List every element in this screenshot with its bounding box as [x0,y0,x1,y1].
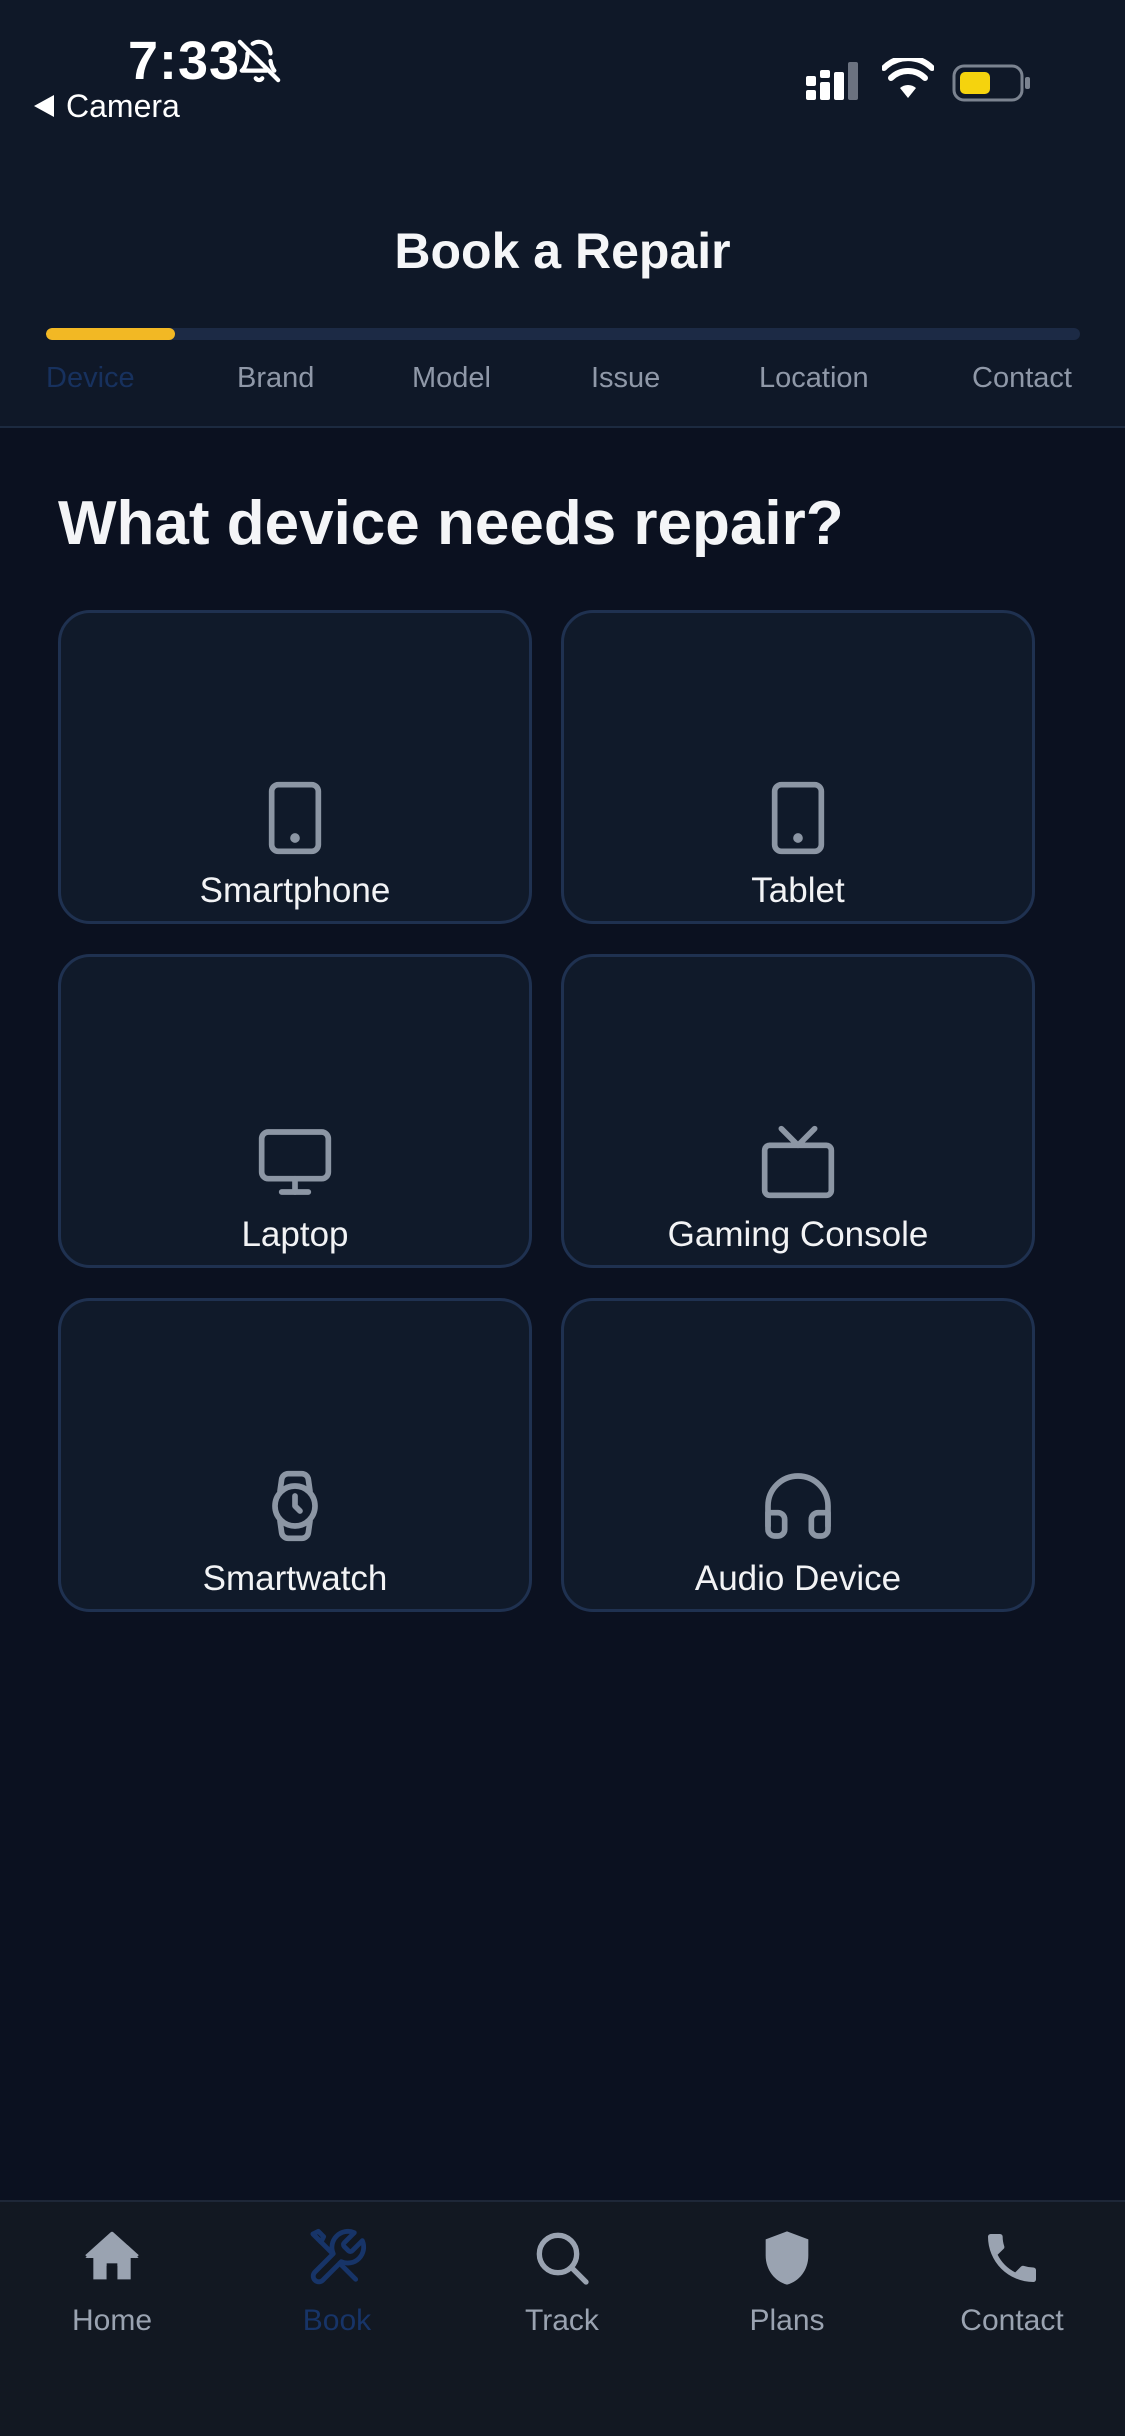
status-time: 7:33 [128,31,241,91]
nav-item-home[interactable]: Home [12,2226,212,2356]
device-label: Smartwatch [202,1559,388,1598]
device-label: Laptop [241,1215,349,1254]
nav-label: Track [525,2304,599,2337]
bell-slash-icon [237,39,281,83]
phone-icon [988,2234,1036,2282]
device-label: Audio Device [694,1559,902,1598]
device-card-smartphone[interactable]: Smartphone [58,610,532,924]
wifi-icon [882,58,934,98]
nav-item-book[interactable]: Book [237,2226,437,2356]
page-title: Book a Repair [394,223,731,279]
header: 7:33 Camera Book a Repair Device Brand M… [0,0,1125,428]
bottom-nav: Home Book Track Plans Contact [0,2200,1125,2436]
question-heading: What device needs repair? [58,489,844,558]
step-contact[interactable]: Contact [972,362,1072,395]
tablet-icon [771,781,825,855]
monitor-icon [258,1129,332,1195]
nav-label: Plans [749,2304,825,2337]
step-device[interactable]: Device [46,362,135,395]
device-label: Gaming Console [667,1215,929,1254]
status-bar: 7:33 Camera [0,0,1125,140]
device-card-tablet[interactable]: Tablet [561,610,1035,924]
device-grid: Smartphone Tablet Laptop Gaming Console … [58,610,1035,1612]
progress-bar [46,328,1080,340]
watch-icon [272,1470,318,1542]
step-brand[interactable]: Brand [237,362,314,395]
search-icon [536,2232,589,2285]
nav-item-contact[interactable]: Contact [912,2226,1112,2356]
step-location[interactable]: Location [759,362,869,395]
back-to-camera-link[interactable]: Camera [34,86,180,126]
device-label: Tablet [751,871,845,910]
nav-label: Home [71,2304,153,2337]
step-issue[interactable]: Issue [591,362,660,395]
battery-icon [952,64,1030,102]
device-label: Smartphone [199,871,391,910]
tools-icon [310,2228,367,2285]
device-card-smartwatch[interactable]: Smartwatch [58,1298,532,1612]
cellular-signal-icon [806,62,858,100]
nav-item-plans[interactable]: Plans [687,2226,887,2356]
back-label: Camera [66,87,180,124]
nav-item-track[interactable]: Track [462,2226,662,2356]
device-card-laptop[interactable]: Laptop [58,954,532,1268]
back-triangle-icon [34,95,54,117]
tv-icon [761,1125,835,1199]
shield-icon [765,2231,809,2285]
home-icon [85,2231,139,2280]
nav-label: Contact [960,2304,1064,2337]
smartphone-icon [268,781,322,855]
device-card-audio-device[interactable]: Audio Device [561,1298,1035,1612]
device-card-gaming-console[interactable]: Gaming Console [561,954,1035,1268]
headphones-icon [765,1473,831,1539]
progress-fill [46,328,176,340]
step-indicator: Device Brand Model Issue Location Contac… [0,362,1125,408]
step-model[interactable]: Model [412,362,491,395]
nav-label: Book [302,2304,372,2337]
